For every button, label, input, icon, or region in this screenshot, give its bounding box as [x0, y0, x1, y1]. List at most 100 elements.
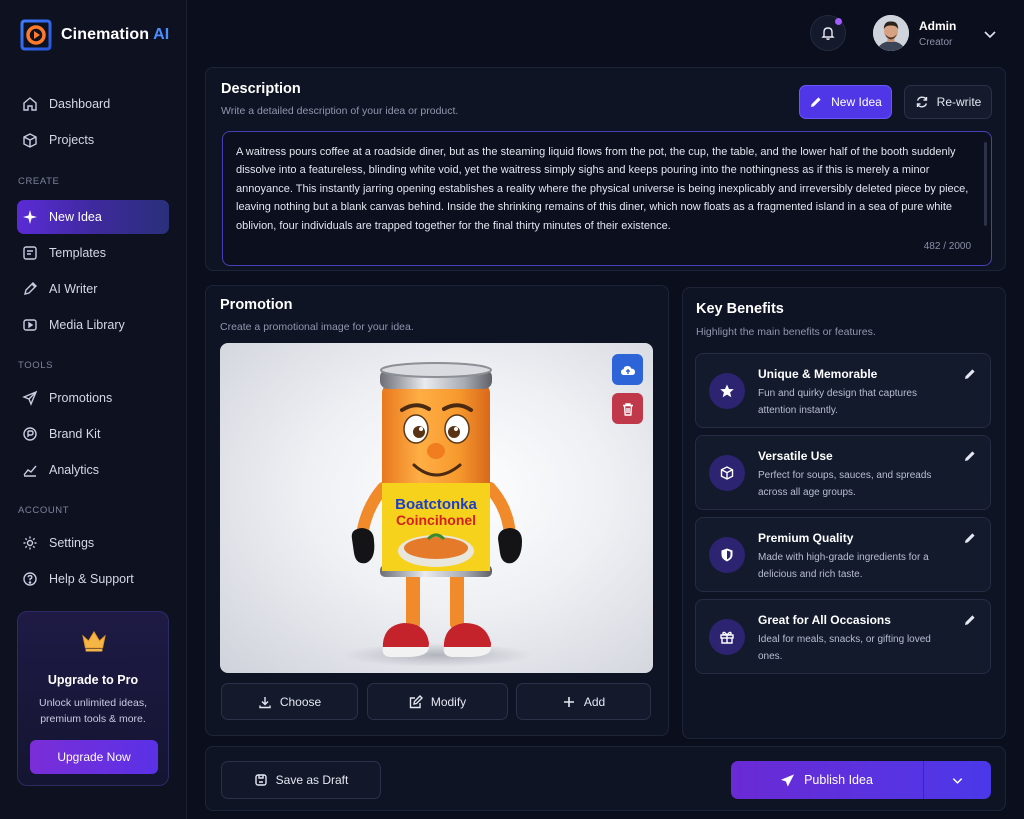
promotion-subtitle: Create a promotional image for your idea… [220, 321, 414, 333]
media-icon [23, 319, 37, 331]
pencil-icon [811, 97, 821, 107]
plus-icon [563, 696, 574, 707]
pencil-icon[interactable] [963, 449, 977, 463]
benefits-subtitle: Highlight the main benefits or features. [696, 326, 876, 338]
publish-split-button: Publish Idea [731, 761, 991, 799]
promotion-title: Promotion [220, 297, 293, 313]
sidebar-item-projects[interactable]: Projects [17, 123, 169, 157]
star-icon [720, 384, 734, 398]
crown-icon [82, 631, 106, 652]
notifications-button[interactable] [810, 15, 846, 51]
sidebar-item-label: Templates [49, 246, 106, 260]
sidebar-item-label: Help & Support [49, 572, 134, 586]
user-name: Admin [919, 19, 957, 33]
save-icon [254, 774, 267, 786]
save-draft-label: Save as Draft [275, 773, 349, 787]
bell-icon [821, 27, 835, 40]
promotion-image[interactable]: Boatctonka Coincihonel [220, 343, 653, 673]
pencil-icon[interactable] [963, 367, 977, 381]
publish-button[interactable]: Publish Idea [731, 761, 922, 799]
delete-image-button[interactable] [612, 393, 643, 424]
chevron-down-icon[interactable] [981, 25, 999, 43]
app-logo[interactable]: Cinemation AI [19, 18, 169, 52]
sidebar: Cinemation AI Dashboard Projects CREATE … [0, 0, 187, 819]
modify-button[interactable]: Modify [367, 683, 508, 720]
gift-icon [720, 631, 734, 644]
description-text: A waitress pours coffee at a roadside di… [236, 146, 969, 232]
new-idea-button[interactable]: New Idea [799, 85, 892, 119]
send-icon [22, 390, 38, 406]
sidebar-item-dashboard[interactable]: Dashboard [17, 87, 169, 121]
sidebar-item-new-idea[interactable]: New Idea [17, 200, 169, 234]
sidebar-item-promotions[interactable]: Promotions [17, 381, 169, 415]
sparkle-icon [23, 210, 37, 224]
sidebar-item-label: Brand Kit [49, 427, 101, 441]
notification-dot [835, 18, 842, 25]
benefit-title: Unique & Memorable [758, 367, 878, 381]
download-icon [259, 696, 271, 708]
shield-icon [721, 548, 733, 562]
sidebar-item-media-library[interactable]: Media Library [17, 308, 169, 342]
textarea-scrollbar[interactable] [984, 142, 987, 226]
publish-options-button[interactable] [924, 761, 991, 799]
upgrade-now-button[interactable]: Upgrade Now [30, 740, 158, 774]
user-role: Creator [919, 37, 953, 48]
benefit-desc: Fun and quirky design that captures atte… [758, 388, 917, 416]
benefit-title: Premium Quality [758, 531, 854, 545]
sidebar-item-label: Analytics [49, 463, 100, 477]
rewrite-label: Re-write [936, 95, 982, 109]
benefit-card[interactable]: Versatile Use Perfect for soups, sauces,… [695, 435, 991, 510]
choose-button[interactable]: Choose [221, 683, 358, 720]
cloud-upload-icon [620, 365, 635, 375]
box-icon [23, 133, 37, 148]
sidebar-item-analytics[interactable]: Analytics [17, 453, 169, 487]
refresh-icon [916, 96, 927, 108]
description-textarea[interactable]: A waitress pours coffee at a roadside di… [222, 131, 992, 266]
sidebar-item-settings[interactable]: Settings [17, 526, 169, 560]
upgrade-card: Upgrade to Pro Unlock unlimited ideas, p… [17, 611, 169, 786]
gear-icon [23, 536, 37, 550]
sidebar-item-templates[interactable]: Templates [17, 236, 169, 270]
modify-label: Modify [430, 694, 467, 709]
add-label: Add [583, 694, 606, 709]
pen-icon [24, 282, 37, 295]
user-photo [873, 15, 909, 51]
add-button[interactable]: Add [516, 683, 651, 720]
upgrade-text: Unlock unlimited ideas, premium tools & … [39, 697, 147, 725]
new-idea-label: New Idea [831, 95, 882, 109]
description-title: Description [221, 81, 301, 97]
cloud-upload-button[interactable] [612, 354, 643, 385]
logo-icon [20, 19, 52, 51]
pencil-icon[interactable] [963, 531, 977, 545]
edit-icon [409, 694, 423, 708]
chart-icon [23, 465, 37, 477]
can-mascot-illustration: Boatctonka Coincihonel [343, 362, 533, 667]
sidebar-item-label: Media Library [49, 318, 125, 332]
benefit-title: Great for All Occasions [758, 613, 891, 627]
rewrite-button[interactable]: Re-write [904, 85, 992, 119]
choose-label: Choose [279, 694, 322, 709]
sidebar-item-help[interactable]: Help & Support [17, 562, 169, 596]
avatar[interactable] [873, 15, 909, 51]
brand-icon [23, 427, 37, 441]
benefit-title: Versatile Use [758, 449, 833, 463]
benefit-card[interactable]: Great for All Occasions Ideal for meals,… [695, 599, 991, 674]
sidebar-item-label: Settings [49, 536, 95, 550]
sidebar-item-label: Dashboard [49, 97, 111, 111]
can-label-line1: Boatctonka [395, 496, 477, 513]
sidebar-item-label: Projects [49, 133, 95, 147]
section-label-account: ACCOUNT [18, 505, 70, 516]
sidebar-item-label: AI Writer [49, 282, 98, 296]
benefit-desc: Perfect for soups, sauces, and spreads a… [758, 470, 932, 498]
description-subtitle: Write a detailed description of your ide… [221, 105, 459, 117]
benefit-card[interactable]: Unique & Memorable Fun and quirky design… [695, 353, 991, 428]
sidebar-item-brand-kit[interactable]: Brand Kit [17, 417, 169, 451]
template-icon [23, 246, 37, 260]
pencil-icon[interactable] [963, 613, 977, 627]
sidebar-item-ai-writer[interactable]: AI Writer [17, 272, 169, 306]
upgrade-title: Upgrade to Pro [47, 673, 139, 687]
chevron-down-icon [952, 777, 963, 784]
save-draft-button[interactable]: Save as Draft [221, 761, 381, 799]
cube-icon [720, 466, 734, 480]
benefit-card[interactable]: Premium Quality Made with high-grade ing… [695, 517, 991, 592]
